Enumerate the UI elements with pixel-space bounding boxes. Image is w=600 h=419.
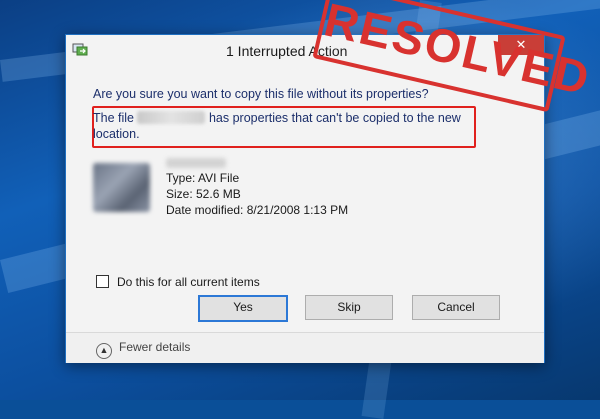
apply-to-all-row[interactable]: Do this for all current items (96, 275, 260, 289)
apply-to-all-checkbox[interactable] (96, 275, 109, 288)
file-thumbnail (93, 163, 150, 212)
file-type: Type: AVI File (166, 171, 240, 185)
copy-question: Are you sure you want to copy this file … (93, 87, 429, 101)
dialog-body: Are you sure you want to copy this file … (66, 66, 544, 363)
message-prefix: The file (93, 111, 134, 125)
file-date-modified: Date modified: 8/21/2008 1:13 PM (166, 203, 349, 217)
fewer-details-toggle[interactable]: ▲ Fewer details (96, 340, 190, 359)
fewer-details-label: Fewer details (119, 340, 191, 354)
properties-message: The file has properties that can't be co… (93, 110, 473, 142)
redacted-filename (137, 111, 206, 124)
apply-to-all-label: Do this for all current items (117, 275, 260, 289)
file-size: Size: 52.6 MB (166, 187, 241, 201)
cancel-button[interactable]: Cancel (412, 295, 500, 320)
skip-button[interactable]: Skip (305, 295, 393, 320)
chevron-up-icon: ▲ (96, 343, 112, 359)
redacted-file-name (166, 158, 226, 168)
details-footer: ▲ Fewer details (66, 332, 544, 363)
yes-button[interactable]: Yes (198, 295, 288, 322)
file-copy-icon (72, 42, 88, 56)
